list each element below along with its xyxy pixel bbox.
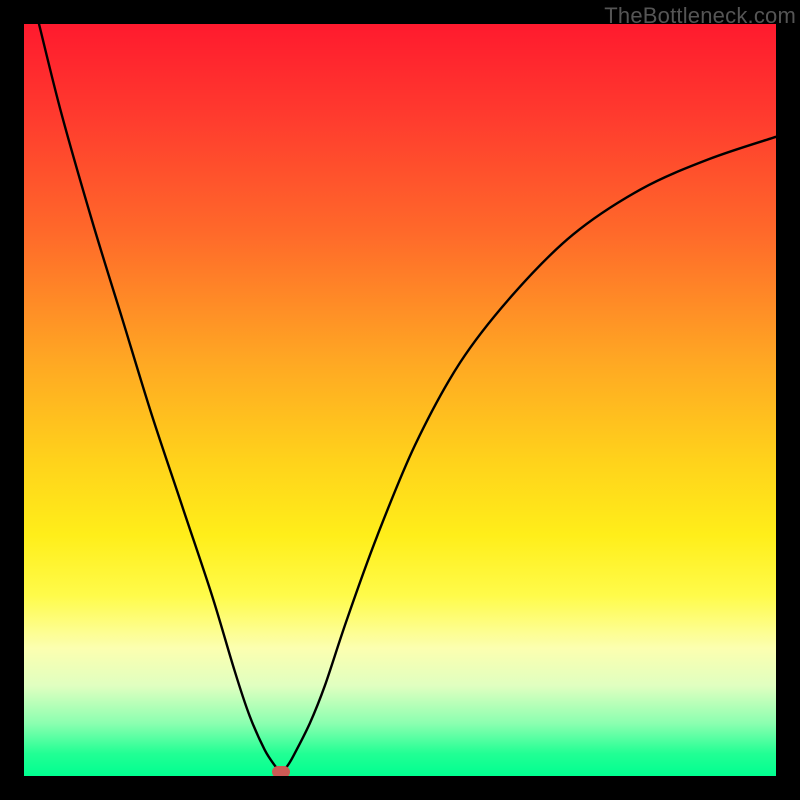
plot-area (24, 24, 776, 776)
minimum-marker (272, 766, 290, 776)
bottleneck-curve (39, 24, 776, 772)
curve-layer (24, 24, 776, 776)
chart-frame: TheBottleneck.com (0, 0, 800, 800)
